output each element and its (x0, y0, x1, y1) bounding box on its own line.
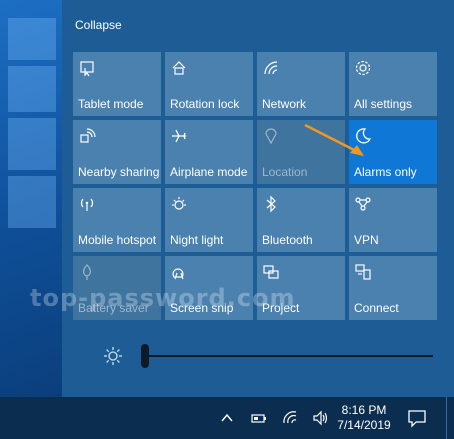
quick-action-label: Airplane mode (170, 165, 248, 179)
quick-action-label: VPN (354, 233, 379, 247)
vpn-icon (354, 195, 372, 213)
quick-action-label: Tablet mode (78, 97, 144, 111)
windows-logo-pane (8, 66, 56, 112)
sun-icon (103, 346, 123, 366)
chevron-up-icon[interactable] (218, 409, 236, 427)
quick-action-network[interactable]: Network (257, 52, 345, 116)
location-icon (262, 127, 280, 145)
notification-icon[interactable] (406, 407, 428, 429)
rotation-lock-icon (170, 59, 188, 77)
quick-action-label: Battery saver (78, 301, 149, 315)
bluetooth-icon (262, 195, 280, 213)
quick-action-night-light[interactable]: Night light (165, 188, 253, 252)
mobile-hotspot-icon (78, 195, 96, 213)
quick-action-airplane-mode[interactable]: Airplane mode (165, 120, 253, 184)
quick-action-vpn[interactable]: VPN (349, 188, 437, 252)
battery-saver-icon (78, 263, 96, 281)
quick-action-label: Project (262, 301, 300, 315)
quick-action-alarms-only[interactable]: Alarms only (349, 120, 437, 184)
quick-action-battery-saver[interactable]: Battery saver (73, 256, 161, 320)
quick-action-label: Alarms only (354, 165, 417, 179)
quick-actions-grid: Tablet mode Rotation lock Network All setti… (73, 52, 437, 320)
quick-action-label: Mobile hotspot (78, 233, 157, 247)
tablet-mode-icon (78, 59, 96, 77)
taskbar-clock[interactable]: 8:16 PM 7/14/2019 (336, 403, 392, 433)
quick-action-nearby-sharing[interactable]: Nearby sharing (73, 120, 161, 184)
windows-logo-pane (8, 118, 56, 170)
windows-logo-pane (8, 176, 56, 228)
quick-action-location[interactable]: Location (257, 120, 345, 184)
volume-icon[interactable] (312, 409, 330, 427)
quick-action-rotation-lock[interactable]: Rotation lock (165, 52, 253, 116)
project-icon (262, 263, 280, 281)
clock-time: 8:16 PM (341, 403, 387, 417)
quick-action-label: Connect (354, 301, 399, 315)
screen-snip-icon (170, 263, 188, 281)
quick-action-mobile-hotspot[interactable]: Mobile hotspot (73, 188, 161, 252)
quick-action-project[interactable]: Project (257, 256, 345, 320)
quick-action-label: All settings (354, 97, 413, 111)
night-light-icon (170, 195, 188, 213)
taskbar: 8:16 PM 7/14/2019 (0, 397, 454, 439)
quick-action-all-settings[interactable]: All settings (349, 52, 437, 116)
brightness-slider-thumb[interactable] (141, 344, 149, 368)
quick-action-connect[interactable]: Connect (349, 256, 437, 320)
clock-date: 7/14/2019 (337, 418, 391, 432)
quick-action-tablet-mode[interactable]: Tablet mode (73, 52, 161, 116)
quick-action-label: Bluetooth (262, 233, 313, 247)
collapse-link[interactable]: Collapse (75, 18, 122, 32)
quick-action-label: Location (262, 165, 308, 179)
quick-action-label: Night light (170, 233, 224, 247)
quick-action-bluetooth[interactable]: Bluetooth (257, 188, 345, 252)
battery-icon[interactable] (250, 409, 268, 427)
gear-icon (354, 59, 372, 77)
airplane-icon (170, 127, 188, 145)
action-center-panel: Collapse Tablet mode Rotation lock Network… (62, 0, 454, 397)
moon-icon (354, 127, 372, 145)
quick-action-label: Network (262, 97, 307, 111)
wifi-icon[interactable] (282, 409, 300, 427)
brightness-control (103, 344, 443, 368)
show-desktop-button[interactable] (446, 397, 454, 439)
quick-action-label: Rotation lock (170, 97, 240, 111)
nearby-sharing-icon (78, 127, 96, 145)
quick-action-label: Screen snip (170, 301, 234, 315)
brightness-slider-track[interactable] (147, 355, 433, 357)
windows-logo-pane (8, 18, 56, 60)
quick-action-label: Nearby sharing (78, 165, 160, 179)
quick-action-screen-snip[interactable]: Screen snip (165, 256, 253, 320)
desktop-background (0, 0, 62, 397)
connect-icon (354, 263, 372, 281)
network-icon (262, 59, 280, 77)
